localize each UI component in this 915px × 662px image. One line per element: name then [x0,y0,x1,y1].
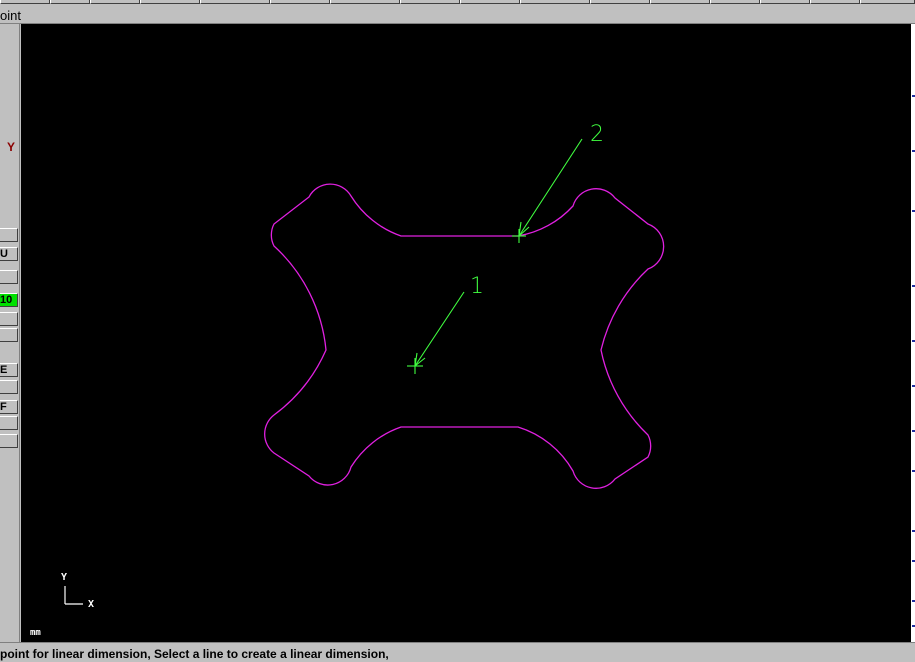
prompt-title-row: oint [0,6,915,24]
toolbar-button[interactable] [460,0,520,4]
side-button[interactable] [0,312,18,326]
pick-marker-1 [407,291,465,374]
ucs-y-label: Y [61,572,68,583]
prompt-title-text: oint [0,8,21,23]
drawing-svg: 1 2 [64,122,665,605]
toolbar-button[interactable] [760,0,810,4]
pick-label-2: 2 [590,122,604,147]
right-scroll-edge[interactable] [911,24,915,642]
toolbar-button[interactable] [270,0,330,4]
toolbar-button[interactable] [520,0,590,4]
pick-label-1: 1 [470,274,484,299]
toolbar-button[interactable] [330,0,400,4]
toolbar-button[interactable] [0,0,50,4]
toolbar-button[interactable] [200,0,270,4]
command-prompt-text: point for linear dimension, Select a lin… [0,647,389,661]
toolbar-button[interactable] [710,0,760,4]
part-profile [264,183,665,489]
side-button[interactable] [0,416,18,430]
toolbar-button[interactable] [810,0,860,4]
ucs-icon [64,586,83,605]
toolbar-button[interactable] [90,0,140,4]
side-button-active[interactable]: 10 [0,293,18,307]
toolbar-button[interactable] [400,0,460,4]
side-button[interactable] [0,270,18,284]
side-button[interactable] [0,434,18,448]
side-button[interactable] [0,228,18,242]
toolbar-button[interactable] [650,0,710,4]
side-button[interactable]: U [0,247,18,261]
side-button[interactable]: E [0,363,18,377]
side-axis-label: Y [7,140,16,154]
ucs-x-label: X [88,599,95,610]
toolbar-button[interactable] [590,0,650,4]
left-side-panel: Y U 10 E F [0,24,20,642]
pick-marker-2 [512,138,583,243]
side-button[interactable]: F [0,400,18,414]
drawing-canvas[interactable]: 1 2 Y X mm [21,24,911,642]
units-label: mm [30,628,41,638]
side-button[interactable] [0,328,18,342]
toolbar-button[interactable] [860,0,915,4]
side-button[interactable] [0,380,18,394]
command-status-bar: point for linear dimension, Select a lin… [0,642,915,662]
toolbar-button[interactable] [50,0,90,4]
toolbar-button[interactable] [140,0,200,4]
